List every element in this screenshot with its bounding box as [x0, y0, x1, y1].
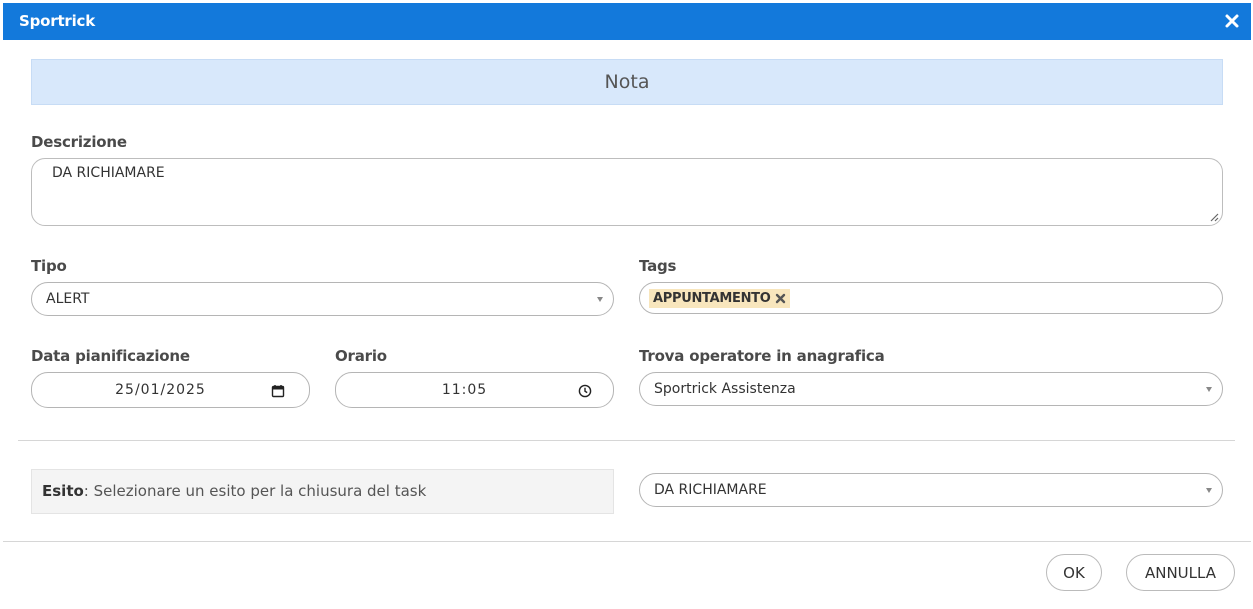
footer-divider	[3, 541, 1251, 542]
section-title: Nota	[604, 71, 650, 93]
tag-chip: APPUNTAMENTO	[649, 288, 790, 308]
section-divider	[18, 440, 1235, 441]
chevron-down-icon	[1206, 387, 1212, 392]
descrizione-value: DA RICHIAMARE	[52, 165, 165, 181]
tags-input[interactable]: APPUNTAMENTO	[639, 282, 1223, 314]
clock-icon[interactable]	[578, 384, 592, 398]
close-icon[interactable]	[1223, 12, 1241, 30]
tipo-select[interactable]: ALERT	[31, 282, 614, 316]
section-banner: Nota	[31, 59, 1223, 105]
tipo-label: Tipo	[31, 257, 67, 275]
chevron-down-icon	[1206, 488, 1212, 493]
chevron-down-icon	[597, 297, 603, 302]
remove-tag-icon[interactable]	[775, 293, 786, 304]
date-input[interactable]: 25/01/2025	[31, 372, 310, 408]
esito-select[interactable]: DA RICHIAMARE	[639, 473, 1223, 507]
dialog-title: Sportrick	[19, 12, 96, 30]
esito-label: Esito	[42, 482, 84, 500]
ok-button[interactable]: OK	[1046, 554, 1102, 591]
tipo-value: ALERT	[46, 291, 90, 307]
resize-handle-icon[interactable]	[1209, 212, 1219, 222]
tag-label: APPUNTAMENTO	[653, 290, 771, 306]
dialog-titlebar: Sportrick	[3, 3, 1251, 40]
descrizione-textarea[interactable]: DA RICHIAMARE	[31, 158, 1223, 226]
operatore-label: Trova operatore in anagrafica	[639, 347, 885, 365]
data-pianificazione-label: Data pianificazione	[31, 347, 190, 365]
annulla-button[interactable]: ANNULLA	[1126, 554, 1235, 591]
time-input[interactable]: 11:05	[335, 372, 614, 408]
calendar-icon[interactable]	[271, 384, 285, 398]
date-value: 25/01/2025	[115, 382, 206, 398]
esito-text: : Selezionare un esito per la chiusura d…	[83, 482, 427, 500]
descrizione-label: Descrizione	[31, 133, 127, 151]
esito-value: DA RICHIAMARE	[654, 482, 767, 498]
orario-label: Orario	[335, 347, 387, 365]
operatore-value: Sportrick Assistenza	[654, 381, 796, 397]
time-value: 11:05	[441, 382, 488, 398]
tags-label: Tags	[639, 257, 677, 275]
operatore-select[interactable]: Sportrick Assistenza	[639, 372, 1223, 406]
esito-info: Esito: Selezionare un esito per la chius…	[31, 469, 614, 514]
